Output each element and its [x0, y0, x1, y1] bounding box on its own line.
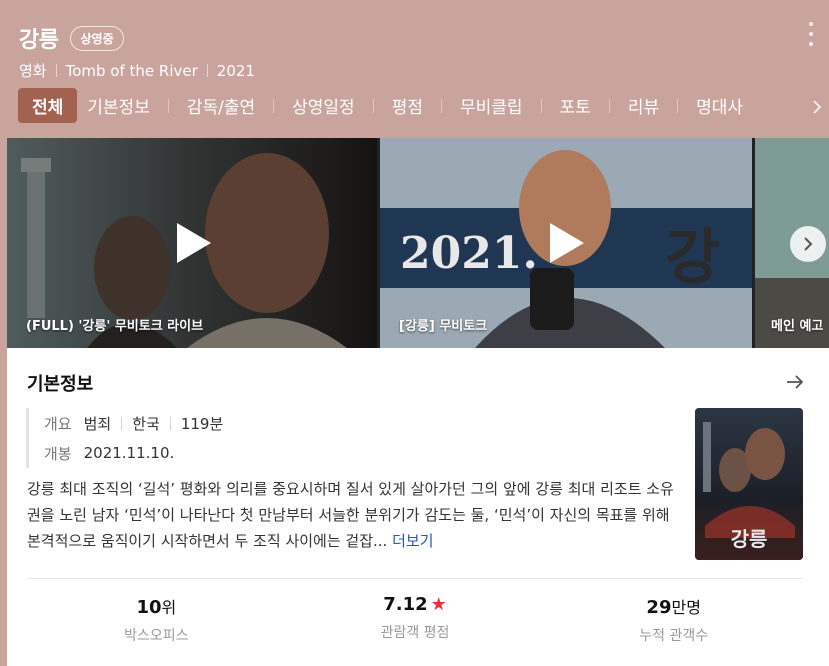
chevron-right-icon — [804, 237, 813, 251]
movie-title: 강릉 — [19, 28, 59, 53]
stat-box-office[interactable]: 10위 박스오피스 — [27, 594, 286, 645]
poster-title: 강릉 — [731, 527, 768, 551]
backdrop-text: 2021. — [400, 228, 538, 279]
stat-value: 10 — [136, 597, 162, 618]
star-icon: ★ — [430, 594, 447, 615]
tab-review[interactable]: 리뷰 — [618, 88, 669, 123]
movie-header: 강릉 상영중 영화 Tomb of the River 2021 전체 기본정보… — [0, 0, 829, 138]
tab-divider — [273, 98, 275, 113]
tab-quotes[interactable]: 명대사 — [686, 88, 753, 123]
tab-scroll-right-icon[interactable] — [809, 96, 825, 118]
meta-type: 영화 — [19, 62, 47, 80]
video-title: [강릉] 무비토크 — [399, 319, 488, 334]
stat-label: 누적 관객수 — [639, 628, 709, 644]
meta-year: 2021 — [216, 61, 255, 80]
more-link[interactable]: 더보기 — [392, 532, 433, 550]
fact-divider — [121, 416, 123, 430]
tab-divider — [677, 98, 679, 113]
tab-bar: 전체 기본정보 감독/출연 상영일정 평점 무비클립 포토 리뷰 명대사 — [18, 88, 753, 123]
tab-basic-info[interactable]: 기본정보 — [77, 88, 160, 123]
country: 한국 — [132, 414, 160, 433]
stat-label: 관람객 평점 — [380, 625, 450, 641]
release-label: 개봉 — [44, 444, 72, 463]
section-title: 기본정보 — [27, 374, 94, 395]
play-icon[interactable] — [173, 221, 213, 265]
carousel-next-button[interactable] — [790, 226, 826, 262]
video-card[interactable]: 2021. 강 [강릉] 무비토크 — [380, 138, 752, 348]
play-icon[interactable] — [546, 221, 586, 265]
more-options-icon[interactable] — [807, 22, 815, 46]
tab-cast[interactable]: 감독/출연 — [177, 88, 265, 123]
tab-divider — [608, 98, 610, 113]
overview-label: 개요 — [44, 414, 72, 433]
runtime: 119분 — [180, 414, 224, 433]
stat-value: 29 — [646, 597, 672, 618]
tab-schedule[interactable]: 상영일정 — [282, 88, 365, 123]
basic-info-card: 기본정보 개요 범죄 한국 119분 개봉 2021.11.10. 강릉 최대 … — [7, 348, 829, 666]
synopsis-text: 강릉 최대 조직의 ‘길석’ 평화와 의리를 중요시하며 질서 있게 살아가던 … — [27, 480, 674, 550]
movie-stats: 10위 박스오피스 7.12 ★ 관람객 평점 29만명 누적 관객수 — [27, 594, 803, 645]
tab-rating[interactable]: 평점 — [382, 88, 433, 123]
stat-audience-rating[interactable]: 7.12 ★ 관람객 평점 — [286, 594, 545, 645]
stat-value: 7.12 — [383, 594, 428, 615]
video-title: 메인 예고 — [771, 319, 824, 334]
arrow-right-icon[interactable] — [785, 372, 805, 392]
video-carousel[interactable]: (FULL) '강릉' 무비토크 라이브 2021. 강 [강릉] 무비토크 메… — [7, 138, 829, 348]
meta-divider — [206, 64, 208, 77]
tab-divider — [540, 98, 542, 113]
tab-divider — [372, 98, 374, 113]
divider — [27, 578, 803, 579]
release-row: 개봉 2021.11.10. — [44, 438, 223, 468]
meta-original-title: Tomb of the River — [65, 61, 198, 80]
title-row: 강릉 상영중 — [19, 22, 124, 54]
tab-all[interactable]: 전체 — [18, 88, 78, 123]
genre: 범죄 — [83, 414, 112, 433]
video-card[interactable]: (FULL) '강릉' 무비토크 라이브 — [7, 138, 377, 348]
video-title: (FULL) '강릉' 무비토크 라이브 — [26, 319, 204, 334]
release-date: 2021.11.10. — [83, 444, 175, 462]
meta-divider — [55, 64, 57, 77]
synopsis: 강릉 최대 조직의 ‘길석’ 평화와 의리를 중요시하며 질서 있게 살아가던 … — [27, 476, 681, 554]
status-badge: 상영중 — [70, 25, 124, 51]
movie-poster[interactable]: 강릉 — [695, 408, 803, 560]
tab-divider — [440, 98, 442, 113]
stat-unit: 만명 — [671, 598, 701, 617]
stat-label: 박스오피스 — [124, 628, 189, 644]
stat-audience-count[interactable]: 29만명 누적 관객수 — [544, 594, 803, 645]
stat-unit: 위 — [161, 598, 177, 617]
overview-row: 개요 범죄 한국 119분 — [44, 408, 223, 438]
tab-photo[interactable]: 포토 — [550, 88, 601, 123]
fact-divider — [169, 416, 171, 430]
svg-text:강: 강 — [665, 223, 720, 293]
tab-movie-clip[interactable]: 무비클립 — [450, 88, 533, 123]
movie-facts: 개요 범죄 한국 119분 개봉 2021.11.10. — [26, 408, 223, 468]
movie-meta: 영화 Tomb of the River 2021 — [19, 60, 255, 81]
tab-divider — [167, 98, 169, 113]
